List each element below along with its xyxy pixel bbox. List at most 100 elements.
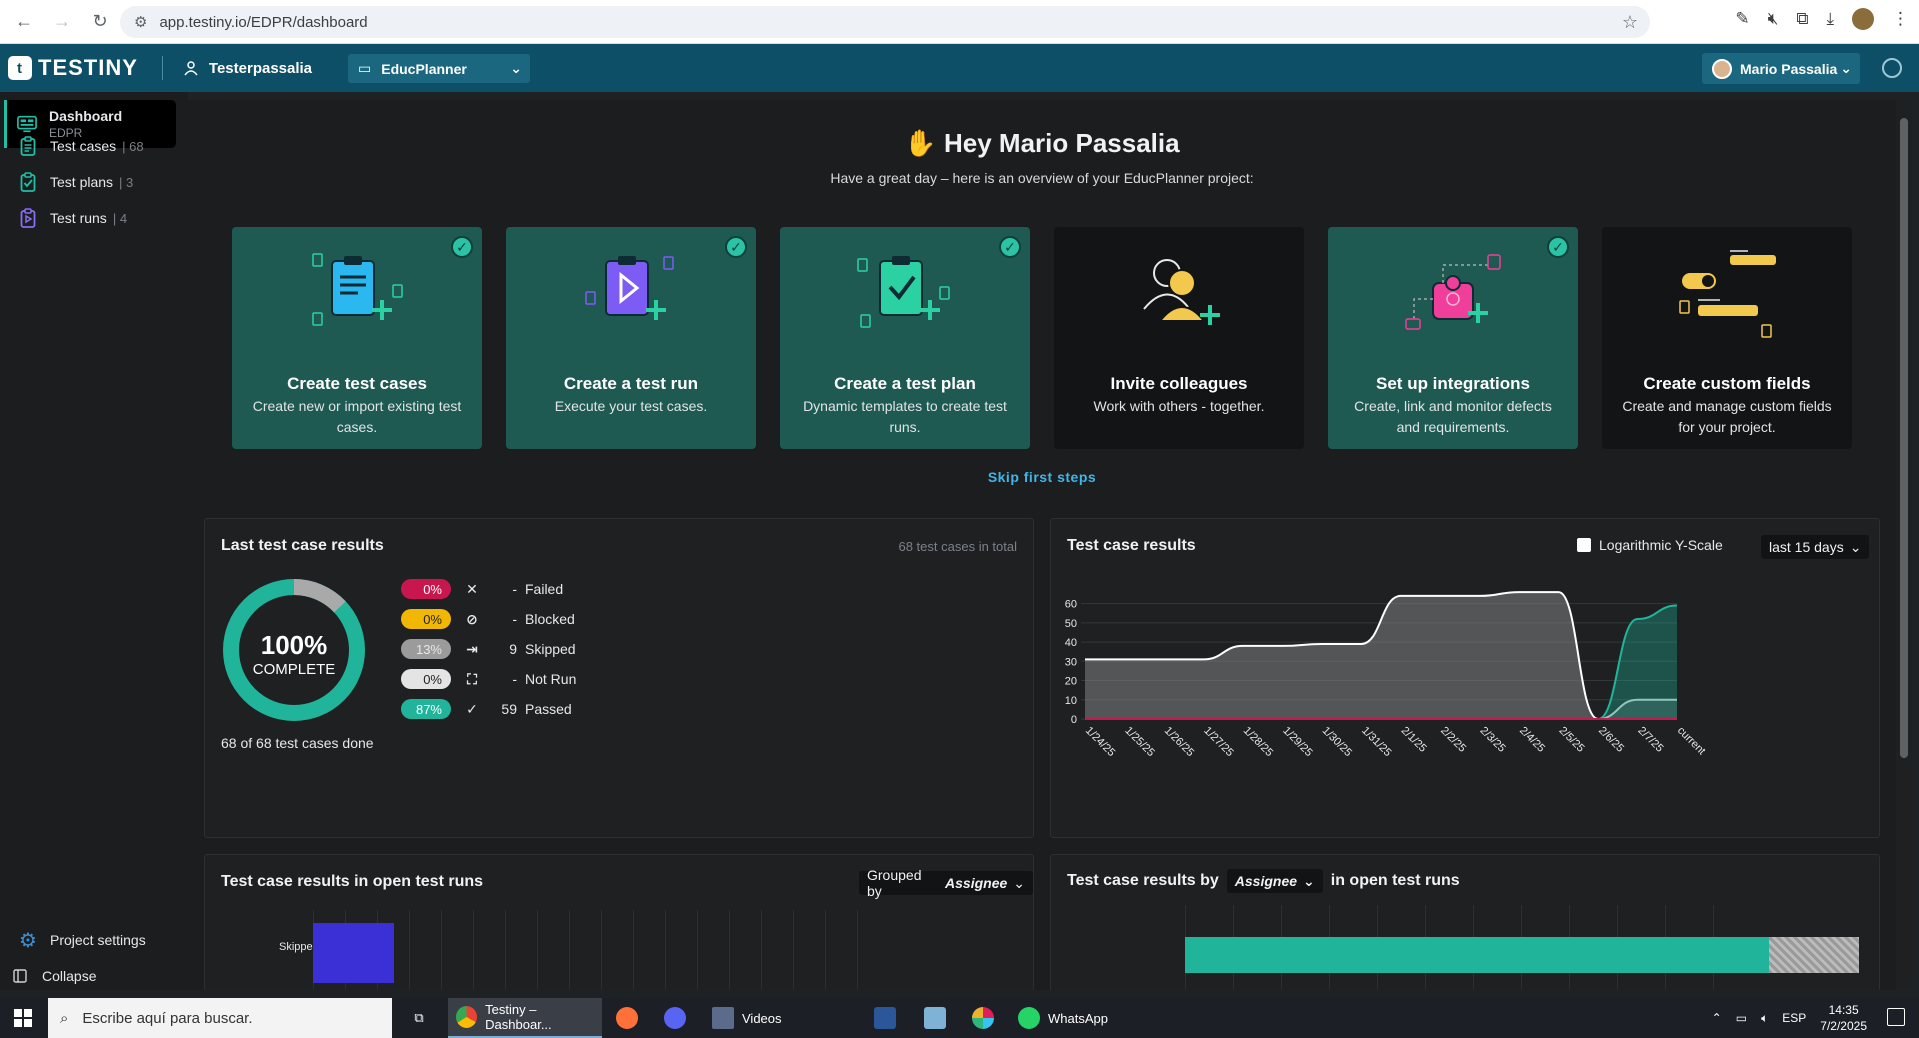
date-range-value: last 15 days [1769,539,1844,555]
windows-start-icon[interactable] [0,998,46,1038]
pill-blocked: 0% [401,609,451,629]
extensions-icon[interactable]: ⧉ [1796,9,1808,29]
help-icon[interactable] [1882,58,1902,78]
x-tick-label: 1/29/25 [1280,725,1314,759]
main-scrollbar[interactable] [1896,100,1912,990]
legend-label: Failed [525,581,564,597]
step-title: Create a test plan [834,374,976,393]
greeting-text: Hey Mario Passalia [944,128,1180,158]
user-name: Mario Passalia [1740,60,1838,77]
user-menu[interactable]: Mario Passalia ⌄ [1702,53,1860,84]
taskbar-label: Testiny – Dashboar... [485,1002,552,1032]
avatar [1712,58,1732,79]
bar-chart-grid [313,910,873,990]
bar-skipped [313,923,394,983]
workspace-name: Testerpassalia [208,59,313,77]
legend-label: Skipped [525,641,576,657]
taskbar-chrome[interactable]: Testiny – Dashboar... [448,998,602,1038]
profile-avatar[interactable] [1852,8,1874,30]
download-icon[interactable]: ⤓ [1826,9,1834,29]
sidebar-item-test-runs[interactable]: Test runs | 4 [0,206,176,230]
taskbar-label: Videos [742,1010,782,1026]
date-range-select[interactable]: last 15 days ⌄ [1761,535,1870,559]
forward-icon[interactable]: → [48,8,76,36]
taskbar-videos[interactable]: Videos [712,998,782,1038]
pen-icon[interactable]: ✎ [1735,9,1749,29]
page-subtitle: Have a great day – here is an overview o… [830,170,1254,186]
results-chart-panel: Test case results Logarithmic Y-Scale la… [1050,518,1880,838]
task-view-icon[interactable]: ⧉ [404,998,434,1038]
log-scale-checkbox[interactable] [1577,538,1591,552]
x-tick-label: 2/3/25 [1478,725,1508,755]
by-suffix: in open test runs [1330,872,1460,889]
logo-text: TESTINY [38,55,138,80]
x-tick-label: 1/25/25 [1122,725,1156,759]
step-card-create-test-cases[interactable]: ✓ Create test cases Create new or import… [232,227,482,449]
collapse-button[interactable]: Collapse [0,964,176,988]
slack-icon[interactable] [972,998,994,1038]
step-card-create-test-run[interactable]: ✓ Create a test run Execute your test ca… [506,227,756,449]
search-icon: ⌕ [60,1009,69,1027]
y-tick-label: 40 [1065,637,1077,649]
panel-title: Test case results by Assignee ⌄ in open … [1067,869,1460,893]
sidebar-item-project-settings[interactable]: ⚙ Project settings [0,928,176,952]
clipboard-play-icon [585,256,674,320]
logo-mark-icon: t [8,56,32,80]
chrome-icon [456,1006,478,1028]
legend-count: - [512,581,517,597]
notifications-icon[interactable] [1887,1008,1905,1026]
network-icon[interactable]: ▭ [1736,1011,1747,1025]
chevron-down-icon: ⌄ [1303,872,1315,889]
notes-icon[interactable] [924,998,946,1038]
step-card-set-up-integrations[interactable]: ✓ Set up integrations Create, link and m… [1328,227,1578,449]
log-scale-toggle[interactable]: Logarithmic Y-Scale [1577,537,1723,553]
taskbar-whatsapp[interactable]: WhatsApp [1018,998,1108,1038]
taskbar-search[interactable]: ⌕ Escribe aquí para buscar. [48,998,392,1038]
film-icon [712,1007,734,1029]
language-indicator[interactable]: ESP [1782,1011,1806,1025]
discord-icon[interactable] [664,998,686,1038]
taskbar-label: WhatsApp [1048,1010,1108,1026]
reload-icon[interactable]: ↻ [86,8,114,36]
volume-icon[interactable]: 🔈︎ [1761,1011,1768,1026]
project-select[interactable]: ▭ EducPlanner ⌄ [348,54,530,83]
browser-extensions: ✎ 🔇︎ ⧉ ⤓ ⋮ [1735,8,1909,30]
legend-label: Blocked [525,611,575,627]
x-tick-label: 1/30/25 [1320,725,1354,759]
firefox-icon[interactable] [616,998,638,1038]
bar-passed [1185,937,1769,973]
browser-toolbar: ← → ↻ ⚙ app.testiny.io/EDPR/dashboard ☆ … [0,0,1919,44]
site-info-icon[interactable]: ⚙ [134,13,147,31]
skipped-arc [293,579,346,613]
gear-icon: ⚙ [19,929,37,952]
menu-dots-icon[interactable]: ⋮ [1892,9,1909,29]
step-card-invite-colleagues[interactable]: Invite colleagues Work with others - tog… [1054,227,1304,449]
bookmark-star-icon[interactable]: ☆ [1622,12,1638,33]
back-icon[interactable]: ← [10,8,38,36]
step-title: Create test cases [287,374,427,393]
scrollbar-thumb[interactable] [1900,118,1908,758]
legend-label: Passed [525,701,572,717]
address-bar[interactable]: ⚙ app.testiny.io/EDPR/dashboard ☆ [120,6,1650,38]
testiny-logo[interactable]: t TESTINY [8,55,138,81]
chevron-down-icon: ⌄ [1013,874,1025,891]
mute-icon[interactable]: 🔇︎ [1768,9,1779,29]
sidebar-item-label: Test plans [50,174,114,190]
clipboard-play-icon [18,208,38,228]
workspace-link[interactable]: Testerpassalia [183,60,312,77]
clock[interactable]: 14:35 7/2/2025 [1820,1002,1867,1034]
step-card-create-test-plan[interactable]: ✓ Create a test plan Dynamic templates t… [780,227,1030,449]
sidebar-item-label: Collapse [42,968,97,984]
clipboard-list-icon [312,253,403,326]
puzzle-icon [1405,254,1501,330]
by-select[interactable]: Assignee ⌄ [1226,869,1323,893]
sidebar-item-test-plans[interactable]: Test plans | 3 [0,170,176,194]
chevron-up-icon[interactable]: ⌃ [1712,1011,1722,1025]
group-by-select[interactable]: Grouped by Assignee ⌄ [859,867,1033,899]
step-card-create-custom-fields[interactable]: Create custom fields Create and manage c… [1602,227,1852,449]
x-tick-label: current [1675,725,1708,758]
skip-first-steps-link[interactable]: Skip first steps [188,469,1896,485]
sidebar-item-test-cases[interactable]: Test cases | 68 [0,134,176,158]
word-icon[interactable] [874,998,896,1038]
step-title: Create a test run [563,374,699,393]
